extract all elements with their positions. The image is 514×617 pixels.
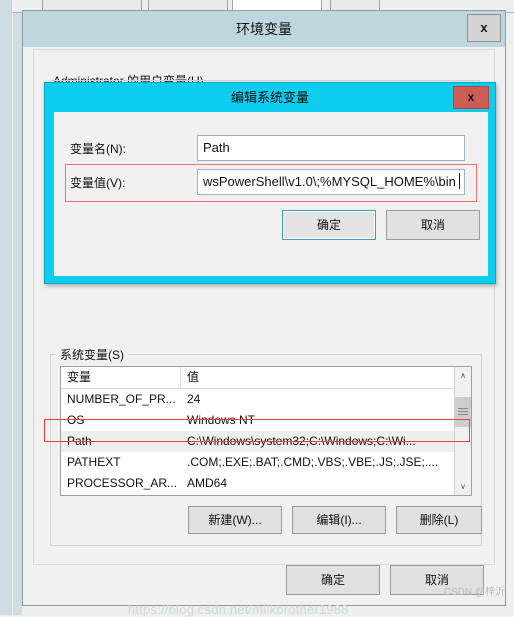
- variable-name-row: 变量名(N): Path: [54, 134, 488, 164]
- system-variables-list-header: 变量 值: [61, 367, 455, 389]
- cancel-button[interactable]: 取消: [386, 210, 480, 240]
- cell-variable-name: PROCESSOR_AR...: [67, 476, 178, 490]
- environment-variables-footer: 确定 取消: [33, 565, 495, 595]
- system-variables-group: 系统变量(S) 变量 值 NUMBER_OF_PR... 24 OS Windo…: [50, 346, 482, 546]
- left-edge-stripe: [0, 0, 12, 615]
- variable-value-label: 变量值(V):: [70, 176, 126, 190]
- left-edge-stripe-secondary: [13, 13, 22, 615]
- cell-variable-value: Windows NT: [187, 413, 256, 427]
- scrollbar-thumb[interactable]: [455, 397, 471, 427]
- scroll-down-icon[interactable]: ∨: [455, 478, 471, 495]
- edit-dialog-footer: 确定 取消: [54, 210, 488, 240]
- scroll-up-icon[interactable]: ∧: [455, 367, 471, 384]
- edit-variable-button[interactable]: 编辑(I)...: [292, 506, 386, 534]
- cell-variable-value: C:\Windows\system32;C:\Windows;C:\Wi...: [187, 434, 416, 448]
- cell-variable-value: 24: [187, 392, 201, 406]
- cell-variable-name: NUMBER_OF_PR...: [67, 392, 176, 406]
- cell-variable-value: .COM;.EXE;.BAT;.CMD;.VBS;.VBE;.JS;.JSE;.…: [187, 455, 439, 469]
- edit-dialog-body: 变量名(N): Path 变量值(V): wsPowerShell\v1.0\;…: [54, 112, 488, 276]
- list-scrollbar[interactable]: ∧ ∨: [454, 367, 471, 495]
- edit-dialog-title: 编辑系统变量: [230, 90, 309, 105]
- system-variables-list[interactable]: 变量 值 NUMBER_OF_PR... 24 OS Windows NT Pa…: [60, 366, 472, 496]
- table-row[interactable]: PATHEXT .COM;.EXE;.BAT;.CMD;.VBS;.VBE;.J…: [61, 452, 455, 473]
- text-caret: [459, 173, 460, 189]
- cell-variable-name: Path: [67, 434, 92, 448]
- ok-button[interactable]: 确定: [282, 210, 376, 240]
- variable-value-row: 变量值(V): wsPowerShell\v1.0\;%MYSQL_HOME%\…: [54, 168, 488, 198]
- environment-variables-titlebar: 环境变量 x: [23, 11, 505, 47]
- variable-name-input[interactable]: Path: [197, 135, 465, 161]
- table-row[interactable]: NUMBER_OF_PR... 24: [61, 389, 455, 410]
- delete-variable-button[interactable]: 删除(L): [396, 506, 482, 534]
- cell-variable-name: OS: [67, 413, 85, 427]
- close-icon[interactable]: x: [467, 14, 501, 42]
- edit-system-variable-dialog: 编辑系统变量 x 变量名(N): Path 变量值(V): wsPowerShe…: [44, 82, 496, 284]
- cell-variable-name: PATHEXT: [67, 455, 121, 469]
- cell-variable-value: AMD64: [187, 476, 228, 490]
- table-row[interactable]: OS Windows NT: [61, 410, 455, 431]
- new-variable-button[interactable]: 新建(W)...: [188, 506, 282, 534]
- column-header-variable[interactable]: 变量: [61, 367, 181, 388]
- system-variables-buttons: 新建(W)... 编辑(I)... 删除(L): [60, 506, 482, 534]
- ok-button[interactable]: 确定: [286, 565, 380, 595]
- variable-name-label: 变量名(N):: [70, 142, 126, 156]
- environment-variables-title: 环境变量: [236, 21, 292, 37]
- close-icon[interactable]: x: [453, 86, 489, 109]
- edit-dialog-titlebar: 编辑系统变量 x: [45, 83, 495, 112]
- table-row-selected-path[interactable]: Path C:\Windows\system32;C:\Windows;C:\W…: [61, 431, 455, 452]
- system-variables-group-label: 系统变量(S): [56, 346, 128, 363]
- scrollbar-grip-icon: [458, 408, 468, 416]
- cancel-button[interactable]: 取消: [390, 565, 484, 595]
- variable-value-input[interactable]: wsPowerShell\v1.0\;%MYSQL_HOME%\bin: [197, 169, 465, 195]
- column-header-value[interactable]: 值: [181, 367, 455, 388]
- system-variables-list-inner: 变量 值 NUMBER_OF_PR... 24 OS Windows NT Pa…: [61, 367, 455, 495]
- table-row[interactable]: PROCESSOR_AR... AMD64: [61, 473, 455, 494]
